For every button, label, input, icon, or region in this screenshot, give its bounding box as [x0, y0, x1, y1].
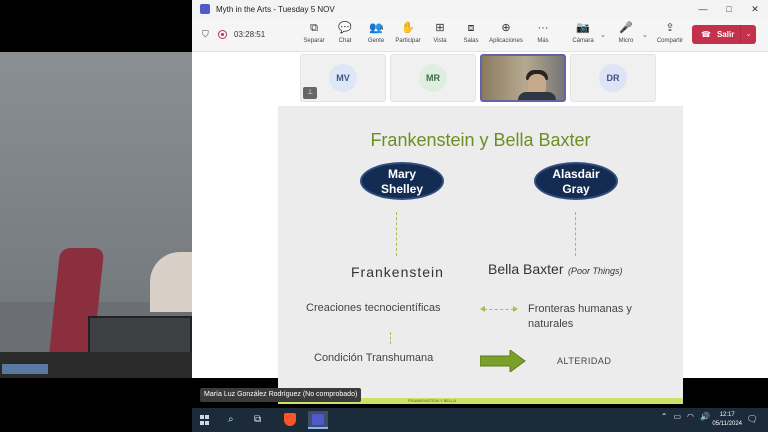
right-work-group: Bella Baxter (Poor Things): [488, 261, 622, 279]
avatar: DR: [599, 64, 627, 92]
clock-date: 05/11/2024: [712, 421, 742, 427]
more-icon: ···: [537, 22, 549, 34]
camera-button[interactable]: 📷 Cámara: [565, 22, 601, 44]
avatar: MV: [329, 64, 357, 92]
recording-icon: [218, 30, 227, 39]
search-icon[interactable]: ⌕: [228, 414, 234, 425]
window-title: Myth in the Arts - Tuesday 5 NOV: [216, 4, 335, 14]
mic-label: Micro: [618, 38, 634, 44]
presenter-name-tag: María Luz González Rodríguez (No comprob…: [200, 388, 362, 402]
left-bottom: Condición Transhumana: [314, 352, 434, 364]
people-count: 4: [380, 26, 384, 32]
avatar: MR: [419, 64, 447, 92]
volume-icon[interactable]: 🔊: [700, 412, 710, 421]
left-work: Frankenstein: [351, 264, 444, 280]
window-titlebar: Myth in the Arts - Tuesday 5 NOV — □ ✕: [192, 0, 768, 18]
tray-chevron-icon[interactable]: ⌃: [661, 412, 668, 421]
leave-options-chevron-icon[interactable]: ⌄: [740, 25, 756, 44]
shared-slide: Frankenstein y Bella Baxter Mary Shelley…: [278, 106, 683, 404]
rooms-button[interactable]: ⧈ Salas: [453, 22, 489, 44]
right-concept-line1: Fronteras humanas y: [528, 303, 632, 315]
right-author-line2: Gray: [562, 182, 590, 196]
share-button[interactable]: ⇪ Compartir: [652, 22, 688, 44]
meeting-timer: 03:28:51: [234, 30, 266, 39]
camera-label: Cámara: [572, 38, 594, 44]
screen: Myth in the Arts - Tuesday 5 NOV — □ ✕ ⛉…: [0, 0, 768, 432]
raise-hand-label: Participar: [395, 38, 421, 44]
mic-options-chevron-icon[interactable]: ⌄: [642, 31, 648, 39]
rooms-label: Salas: [463, 38, 479, 44]
pin-icon[interactable]: ⊥: [303, 87, 317, 99]
more-label: Más: [537, 38, 549, 44]
camera-icon: 📷: [576, 22, 590, 34]
hand-icon: ✋: [401, 22, 415, 34]
camera-options-chevron-icon[interactable]: ⌄: [600, 31, 606, 39]
leave-button[interactable]: ☎ Salir ⌄: [692, 25, 756, 44]
slide-footer-right: FRANKENSTEIN Y BELLA: [408, 398, 457, 403]
share-icon: ⇪: [665, 22, 675, 34]
participant-strip: MV ⊥ MR DR: [300, 54, 656, 102]
connector-line-right: [575, 212, 576, 256]
slide-title: Frankenstein y Bella Baxter: [370, 130, 591, 150]
clock-time: 12:17: [719, 412, 735, 418]
shield-icon[interactable]: ⛉: [202, 29, 209, 40]
apps-button[interactable]: ⊕ Aplicaciones: [488, 22, 524, 44]
raise-hand-button[interactable]: ✋ Participar: [390, 22, 426, 44]
participant-tile[interactable]: MV ⊥: [300, 54, 386, 102]
meeting-stage: MV ⊥ MR DR Frankenstein y Bella Baxter M…: [192, 52, 768, 404]
big-right-arrow-icon: [480, 350, 526, 372]
local-camera-view: [0, 52, 192, 378]
participant-tile[interactable]: DR: [570, 54, 656, 102]
teams-app-icon: [200, 4, 210, 14]
window-controls: — □ ✕: [690, 0, 768, 18]
author-oval-right: Alasdair Gray: [534, 162, 618, 200]
right-work-subtitle: (Poor Things): [567, 266, 623, 276]
right-bottom: ALTERIDAD: [557, 356, 612, 366]
leave-label: Salir: [716, 30, 735, 39]
wifi-icon[interactable]: ◠: [687, 412, 694, 421]
taskbar-clock[interactable]: 12:17 05/11/2024: [712, 411, 742, 429]
left-concept: Creaciones tecnocientíficas: [306, 302, 441, 314]
double-arrow-line: [484, 309, 514, 310]
right-work: Bella Baxter: [488, 261, 564, 277]
right-concept-line2: naturales: [528, 318, 574, 330]
connector-line-left: [396, 212, 397, 256]
phone-hangup-icon: ☎: [701, 30, 711, 39]
share-label: Compartir: [656, 38, 684, 44]
people-button[interactable]: 👥 4 Gente: [358, 22, 394, 44]
rooms-icon: ⧈: [467, 22, 475, 34]
participant-video-tile[interactable]: [480, 54, 566, 102]
meeting-toolbar: ⛉ 03:28:51 ⧉ Separar 💬 Chat 👥 4 Gente ✋ …: [192, 18, 768, 52]
left-author-line1: Mary: [387, 167, 416, 181]
connector-line-concept: [390, 332, 391, 344]
notification-icon[interactable]: 🗨: [747, 414, 758, 425]
maximize-button[interactable]: □: [716, 0, 742, 18]
brave-browser-icon[interactable]: [284, 413, 296, 426]
author-oval-left: Mary Shelley: [360, 162, 444, 200]
arrow-left-icon: [480, 306, 485, 312]
more-button[interactable]: ··· Más: [525, 22, 561, 44]
participant-tile[interactable]: MR: [390, 54, 476, 102]
left-author-line2: Shelley: [380, 182, 424, 196]
people-label: Gente: [367, 38, 385, 44]
right-author-line1: Alasdair: [552, 167, 600, 181]
microphone-icon: 🎤: [619, 22, 633, 34]
minimize-button[interactable]: —: [690, 0, 716, 18]
apps-icon: ⊕: [501, 22, 511, 34]
task-view-icon[interactable]: ⧉: [254, 414, 261, 425]
people-icon: 👥: [369, 22, 383, 34]
mic-button[interactable]: 🎤 Micro: [608, 22, 644, 44]
windows-taskbar: ⌕ ⧉ ⌃ ▭ ◠ 🔊 12:17 05/11/2024 🗨: [192, 408, 768, 432]
windows-start-icon[interactable]: [200, 415, 210, 425]
arrow-right-icon: [513, 306, 518, 312]
battery-icon[interactable]: ▭: [673, 412, 681, 421]
teams-taskbar-icon[interactable]: [308, 411, 328, 429]
camera-object: [2, 364, 48, 374]
video-shirt: [518, 92, 556, 100]
apps-label: Aplicaciones: [489, 38, 523, 44]
close-button[interactable]: ✕: [742, 0, 768, 18]
right-concept: Fronteras humanas y naturales: [528, 302, 632, 332]
